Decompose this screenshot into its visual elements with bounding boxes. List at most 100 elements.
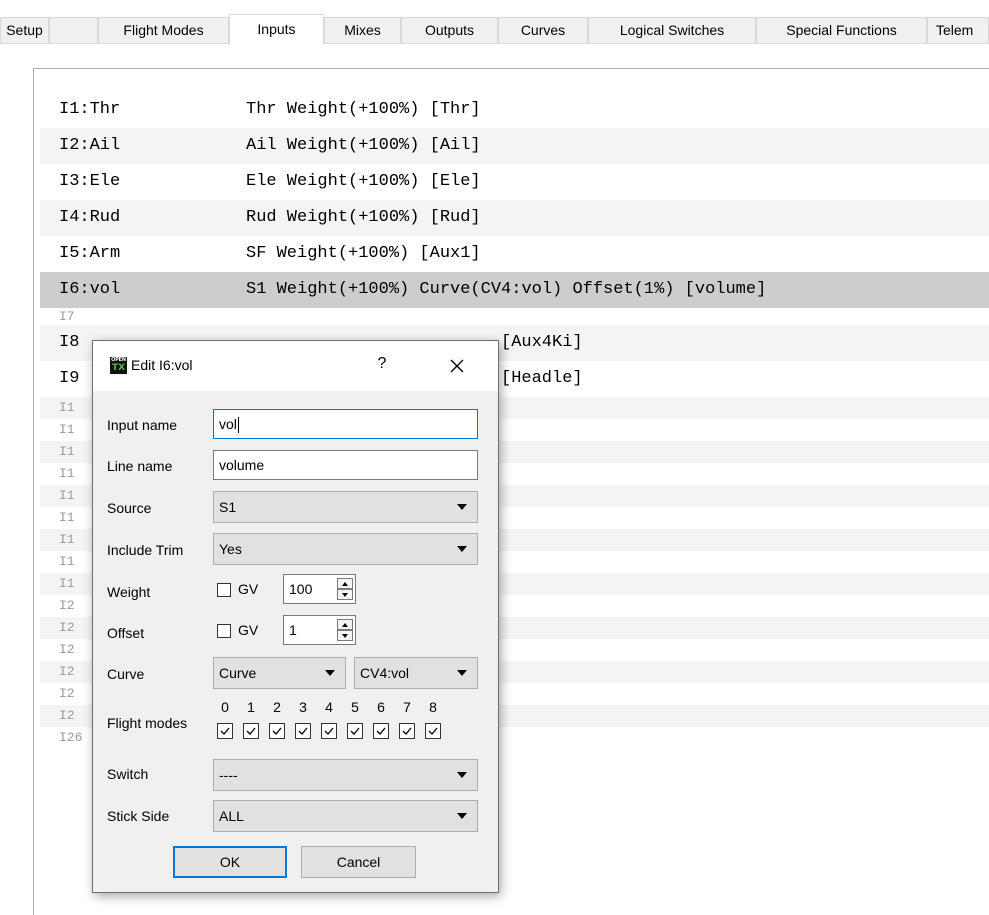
input-name: I3:Ele	[59, 172, 121, 191]
input-description: [Headle]	[501, 369, 583, 388]
input-name: I1	[59, 532, 75, 547]
edit-input-dialog: OPEN TX Edit I6:vol ? Input name vol Lin…	[92, 340, 499, 893]
tab-inputs[interactable]: Inputs	[229, 14, 324, 44]
tab-mixes[interactable]: Mixes	[324, 17, 401, 43]
curve-type-select[interactable]: Curve	[213, 657, 346, 689]
flight-mode-number: 1	[247, 699, 255, 715]
input-name: I9	[59, 369, 80, 388]
chevron-down-icon	[457, 772, 467, 778]
input-row-3[interactable]: I3:Ele Ele Weight(+100%) [Ele]	[40, 164, 989, 200]
weight-value: 100	[289, 581, 313, 597]
close-button[interactable]	[445, 355, 469, 377]
input-name: I1	[59, 466, 75, 481]
check-icon	[402, 727, 412, 735]
flight-mode-checkbox[interactable]	[295, 723, 311, 739]
flight-mode-number: 8	[429, 699, 437, 715]
offset-gv-checkbox[interactable]	[217, 624, 231, 638]
input-description: SF Weight(+100%) [Aux1]	[246, 244, 481, 263]
flight-mode-checkbox[interactable]	[373, 723, 389, 739]
spin-down-icon[interactable]	[337, 630, 353, 641]
input-row-6-selected[interactable]: I6:vol S1 Weight(+100%) Curve(CV4:vol) O…	[40, 272, 989, 308]
flight-mode-checkbox[interactable]	[425, 723, 441, 739]
stick-side-value: ALL	[219, 808, 244, 824]
source-select[interactable]: S1	[213, 491, 478, 523]
input-name: I5:Arm	[59, 244, 121, 263]
line-name-field[interactable]: volume	[213, 450, 478, 480]
switch-select[interactable]: ----	[213, 759, 478, 791]
input-row-4[interactable]: I4:Rud Rud Weight(+100%) [Rud]	[40, 200, 989, 236]
input-name: I2	[59, 686, 75, 701]
cancel-button[interactable]: Cancel	[301, 846, 416, 878]
input-name: I1	[59, 576, 75, 591]
logo-text-bottom: TX	[111, 363, 126, 373]
check-icon	[324, 727, 334, 735]
include-trim-select[interactable]: Yes	[213, 533, 478, 565]
weight-gv-checkbox[interactable]	[217, 583, 231, 597]
tab-telemetry[interactable]: Telem	[927, 17, 989, 43]
input-name: I1	[59, 400, 75, 415]
tab-setup[interactable]: Setup	[0, 17, 49, 43]
check-icon	[246, 727, 256, 735]
tab-special-functions[interactable]: Special Functions	[756, 17, 927, 43]
weight-label: Weight	[107, 584, 151, 600]
tab-spacer	[49, 17, 98, 43]
input-name: I1	[59, 444, 75, 459]
tab-flight-modes[interactable]: Flight Modes	[98, 17, 229, 43]
dialog-title-bar: OPEN TX Edit I6:vol ?	[93, 341, 498, 391]
chevron-down-icon	[457, 546, 467, 552]
offset-spinbox[interactable]: 1	[283, 615, 356, 645]
switch-label: Switch	[107, 766, 149, 782]
input-name: I7	[59, 309, 75, 324]
curve-select[interactable]: CV4:vol	[354, 657, 478, 689]
input-name-field[interactable]: vol	[213, 409, 478, 439]
flight-mode-checkbox[interactable]	[269, 723, 285, 739]
chevron-down-icon	[325, 670, 335, 676]
flight-mode-checkbox[interactable]	[321, 723, 337, 739]
curve-type-value: Curve	[219, 665, 257, 681]
tab-logical-switches[interactable]: Logical Switches	[588, 17, 756, 43]
input-name-value: vol	[219, 416, 237, 432]
input-row-2[interactable]: I2:Ail Ail Weight(+100%) [Ail]	[40, 128, 989, 164]
chevron-down-icon	[457, 670, 467, 676]
chevron-down-icon	[457, 504, 467, 510]
help-button[interactable]: ?	[372, 355, 392, 377]
weight-spinbox[interactable]: 100	[283, 574, 356, 604]
input-name: I2	[59, 708, 75, 723]
input-description: Thr Weight(+100%) [Thr]	[246, 100, 481, 119]
input-row-7[interactable]: I7	[40, 308, 989, 325]
input-row-5[interactable]: I5:Arm SF Weight(+100%) [Aux1]	[40, 236, 989, 272]
switch-value: ----	[219, 767, 238, 783]
text-caret	[237, 417, 239, 434]
spin-up-icon[interactable]	[337, 619, 353, 630]
input-description: [Aux4Ki]	[501, 333, 583, 352]
chevron-down-icon	[457, 813, 467, 819]
input-name: I2	[59, 642, 75, 657]
source-value: S1	[219, 499, 237, 515]
check-icon	[428, 727, 438, 735]
offset-value: 1	[289, 622, 297, 638]
stick-side-select[interactable]: ALL	[213, 800, 478, 832]
flight-mode-number: 0	[221, 699, 229, 715]
spin-up-icon[interactable]	[337, 578, 353, 589]
ok-button[interactable]: OK	[173, 846, 287, 878]
input-name-label: Input name	[107, 417, 178, 433]
input-row-1[interactable]: I1:Thr Thr Weight(+100%) [Thr]	[40, 92, 989, 128]
spin-down-icon[interactable]	[337, 589, 353, 600]
flight-mode-number: 7	[403, 699, 411, 715]
flight-mode-checkbox[interactable]	[399, 723, 415, 739]
input-description: S1 Weight(+100%) Curve(CV4:vol) Offset(1…	[246, 280, 767, 299]
curve-label: Curve	[107, 666, 145, 682]
flight-mode-checkbox[interactable]	[217, 723, 233, 739]
flight-mode-checkbox[interactable]	[243, 723, 259, 739]
include-trim-value: Yes	[219, 541, 242, 557]
input-description: Rud Weight(+100%) [Rud]	[246, 208, 481, 227]
tab-outputs[interactable]: Outputs	[401, 17, 498, 43]
dialog-title: Edit I6:vol	[131, 357, 193, 373]
close-icon	[450, 359, 464, 373]
tab-curves[interactable]: Curves	[498, 17, 588, 43]
flight-mode-number: 4	[325, 699, 333, 715]
input-name: I1:Thr	[59, 100, 121, 119]
flight-mode-checkbox[interactable]	[347, 723, 363, 739]
input-description: Ail Weight(+100%) [Ail]	[246, 136, 481, 155]
check-icon	[272, 727, 282, 735]
